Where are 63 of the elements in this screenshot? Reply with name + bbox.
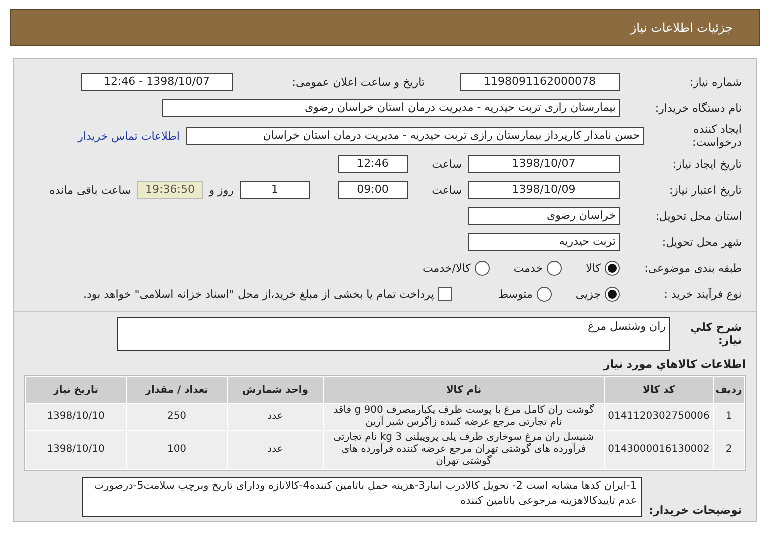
province-field: خراسان رضوی: [468, 207, 620, 225]
remaining-time-field: 19:36:50: [137, 181, 204, 199]
payment-option[interactable]: پرداخت تمام یا بخشی از مبلغ خرید،از محل "اسناد خزانه اسلامی" خواهد بود.: [84, 287, 452, 301]
field-label: طبقه بندی موضوعی:: [644, 262, 743, 274]
table-cell: عدد: [228, 404, 323, 430]
category-option[interactable]: کالا/خدمت: [423, 260, 490, 276]
category-option[interactable]: خدمت: [514, 260, 562, 276]
field-label: شماره نیاز:: [688, 76, 743, 88]
field-label: تاریخ و ساعت اعلان عمومی:: [291, 76, 426, 88]
table-cell: 0141120302750006: [605, 404, 713, 430]
checkbox[interactable]: [438, 287, 452, 301]
field-label: توضیحات خریدار:: [648, 504, 743, 517]
table-cell: 1: [714, 404, 744, 430]
purchase-type-option[interactable]: جزیی: [576, 286, 620, 302]
remaining-label: ساعت باقی مانده: [50, 184, 132, 196]
buyer-org-field: بیمارستان رازی تربت حیدریه - مدیریت درمان استان خراسان رضوی: [162, 99, 620, 117]
column-header: واحد شمارش: [228, 377, 323, 403]
field-label: تاریخ اعتبار نیاز:: [668, 184, 743, 196]
time-label: ساعت: [431, 184, 462, 196]
field-label: نام دستگاه خریدار:: [654, 102, 743, 114]
radio-button[interactable]: [547, 260, 562, 276]
column-header: کد کالا: [605, 377, 713, 403]
need-number-field: 1198091162000078: [460, 73, 620, 91]
table-cell: گوشت ران کامل مرغ با پوست ظرف یکبارمصرف 900 g فاقد نام تجارتی مرجع عرضه کننده زاگرس شیر آرین: [324, 404, 604, 430]
field-label: شهر محل تحویل:: [661, 236, 743, 248]
header-title: جزئیات اطلاعات نیاز: [630, 20, 733, 34]
buyer-notes-field: 1-ایران کدها مشابه است 2- تحویل کالادرب انبار3-هزینه حمل باتامین کننده4-کالاتازه ودارای تاریخ وبرچب سلامت5-درصورت عدم تاییدکالاهزینه مرجوعی باتامین کننده: [82, 477, 642, 517]
field-label: نوع فرآیند خرید :: [663, 288, 743, 300]
creation-date-field: 1398/10/07: [468, 155, 620, 173]
requester-field: حسن نامدار کارپرداز بیمارستان رازی تربت حیدریه - مدیریت درمان استان خراسان: [186, 127, 644, 145]
days-label: روز و: [209, 184, 234, 196]
category-option[interactable]: کالا: [586, 260, 620, 276]
description-field: ران وشنسل مرغ: [117, 317, 670, 351]
field-label: شرح کلي نياز:: [690, 321, 743, 347]
table-cell: 100: [127, 431, 227, 469]
field-label: ایجاد کننده درخواست:: [692, 123, 743, 149]
column-header: تعداد / مقدار: [127, 377, 227, 403]
table-cell: شنیسل ران مرغ سوخاری ظرف پلی پروپیلنی 3 kg نام تجارتی فرآورده های گوشتی تهران مرجع عرضه کننده فرآورده های گوشتی تهران: [324, 431, 604, 469]
radio-button[interactable]: [474, 260, 490, 276]
radio-button[interactable]: [605, 260, 620, 276]
column-header: نام کالا: [324, 377, 604, 403]
table-cell: 1398/10/10: [26, 431, 126, 469]
contact-link[interactable]: اطلاعات تماس خریدار: [78, 130, 180, 142]
radio-button[interactable]: [605, 286, 620, 302]
column-header: رديف: [714, 377, 744, 403]
time-label: ساعت: [431, 158, 462, 170]
announce-date-field: 1398/10/07 - 12:46: [81, 73, 233, 91]
table-cell: عدد: [228, 431, 323, 469]
field-label: استان محل تحویل:: [654, 210, 743, 222]
field-label: تاریخ ایجاد نیاز:: [672, 158, 743, 170]
table-cell: 0143000016130002: [605, 431, 713, 469]
validity-time-field: 09:00: [338, 181, 408, 199]
days-field: 1: [240, 181, 310, 199]
table-cell: 1398/10/10: [26, 404, 126, 430]
radio-button[interactable]: [536, 286, 552, 302]
creation-time-field: 12:46: [338, 155, 408, 173]
city-field: تربت حیدریه: [468, 233, 620, 251]
table-cell: 2: [714, 431, 744, 469]
section-title: اطلاعات کالاهاي مورد نياز: [602, 358, 746, 371]
purchase-type-option[interactable]: متوسط: [498, 286, 552, 302]
validity-date-field: 1398/10/09: [468, 181, 620, 199]
column-header: تاريخ نياز: [26, 377, 126, 403]
table-cell: 250: [127, 404, 227, 430]
